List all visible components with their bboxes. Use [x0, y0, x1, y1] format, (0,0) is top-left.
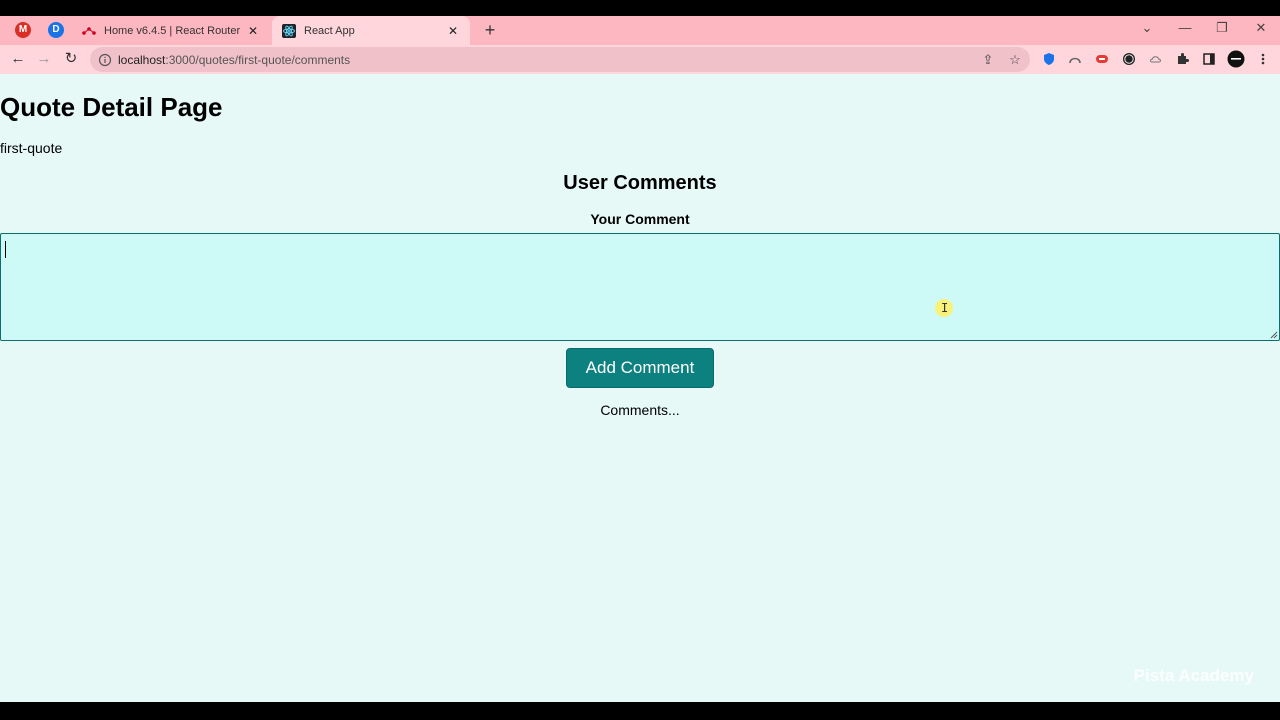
tab-react-router[interactable]: Home v6.4.5 | React Router ✕	[72, 16, 270, 45]
gmail-icon[interactable]: M	[15, 22, 31, 38]
close-window-icon[interactable]: ✕	[1251, 20, 1271, 36]
red-extension-icon[interactable]	[1094, 51, 1110, 67]
share-icon[interactable]: ⇪	[980, 52, 996, 68]
wordpress-extension-icon[interactable]	[1121, 51, 1137, 67]
watermark: Pista Academy	[1133, 666, 1254, 685]
comment-textarea[interactable]	[0, 233, 1280, 341]
close-icon[interactable]: ✕	[246, 24, 260, 38]
puzzle-extensions-icon[interactable]	[1174, 51, 1190, 67]
shield-extension-icon[interactable]	[1041, 51, 1057, 67]
page-content: Quote Detail Page first-quote User Comme…	[0, 74, 1280, 702]
cloud-extension-icon[interactable]	[1148, 51, 1164, 67]
react-icon	[282, 23, 296, 38]
reload-icon[interactable]: ↻	[61, 49, 81, 69]
profile-avatar[interactable]	[1227, 50, 1245, 68]
arc-extension-icon[interactable]	[1067, 51, 1083, 67]
tab-strip: M D Home v6.4.5 | React Router ✕ React A…	[0, 16, 1280, 45]
comment-label: Your Comment	[590, 211, 690, 227]
side-panel-icon[interactable]	[1201, 51, 1217, 67]
d-app-icon[interactable]: D	[48, 22, 64, 38]
comments-status: Comments...	[600, 402, 680, 418]
add-comment-button[interactable]: Add Comment	[566, 348, 714, 388]
tab-title: React App	[304, 24, 355, 37]
back-icon[interactable]: ←	[8, 49, 28, 69]
menu-kebab-icon[interactable]	[1255, 51, 1271, 67]
text-cursor-icon: I	[941, 301, 949, 315]
site-info-icon[interactable]	[98, 53, 112, 67]
url-host: localhost	[118, 52, 166, 67]
url-text: localhost:3000/quotes/first-quote/commen…	[118, 53, 350, 67]
url-path: :3000/quotes/first-quote/comments	[165, 52, 351, 67]
forward-icon[interactable]: →	[34, 49, 54, 69]
close-icon[interactable]: ✕	[446, 24, 460, 38]
minimize-icon[interactable]: —	[1175, 20, 1195, 35]
section-title: User Comments	[563, 172, 717, 194]
tab-search-icon[interactable]: ⌄	[1137, 20, 1157, 36]
restore-icon[interactable]: ❐	[1212, 20, 1232, 36]
tab-title: Home v6.4.5 | React Router	[104, 24, 241, 37]
resize-handle-icon[interactable]	[1269, 330, 1278, 339]
address-bar[interactable]: localhost:3000/quotes/first-quote/commen…	[90, 47, 1030, 72]
browser-toolbar: ← → ↻ localhost:3000/quotes/first-quote/…	[0, 45, 1280, 74]
tab-react-app[interactable]: React App ✕	[272, 16, 470, 45]
bookmark-star-icon[interactable]: ☆	[1007, 52, 1023, 68]
new-tab-icon[interactable]: +	[480, 20, 500, 41]
react-router-icon	[82, 24, 96, 38]
bottom-strip	[0, 702, 1280, 720]
page-title: Quote Detail Page	[0, 92, 223, 122]
quote-id: first-quote	[0, 140, 63, 156]
text-caret	[5, 241, 6, 258]
